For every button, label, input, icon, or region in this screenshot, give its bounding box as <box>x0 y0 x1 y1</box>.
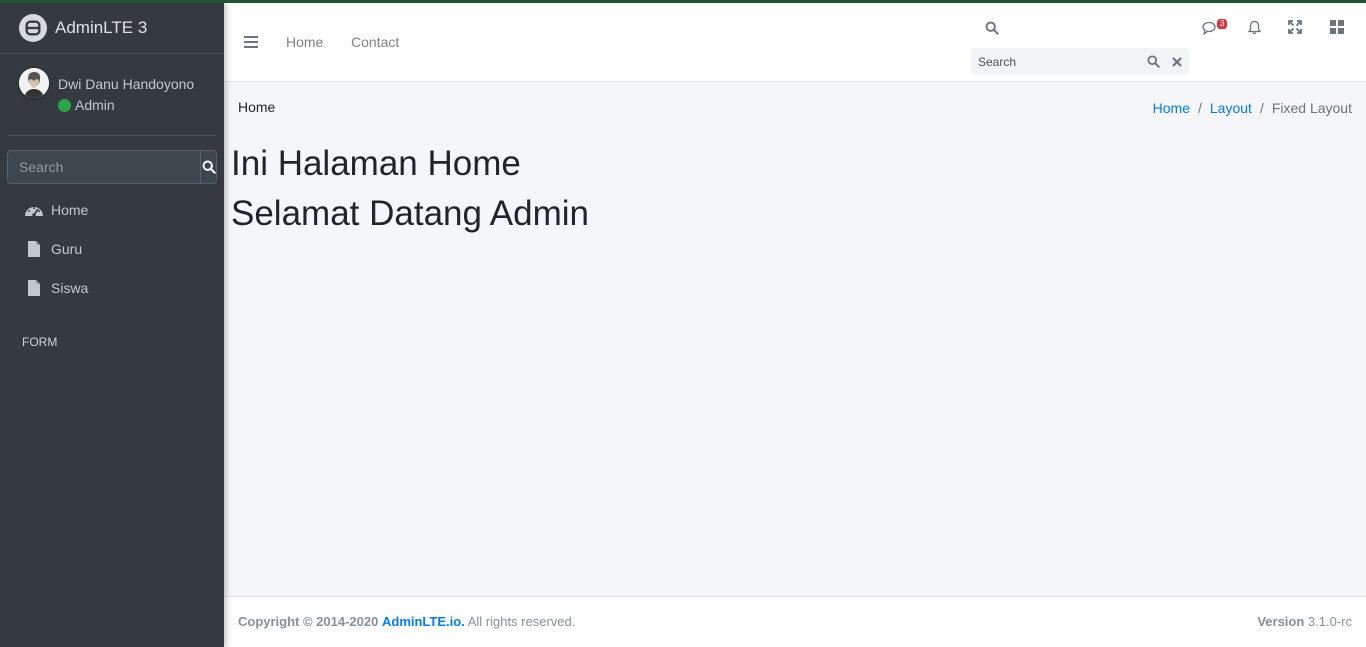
user-status: Admin <box>58 97 115 113</box>
sidebar-item-label: Siswa <box>51 279 89 296</box>
messages-badge: 3 <box>1217 19 1228 29</box>
page-heading: Ini Halaman Home <box>231 144 521 183</box>
sidebar-search <box>7 150 217 184</box>
brand-link[interactable]: AdminLTE 3 <box>0 3 224 54</box>
sidebar-item-siswa[interactable]: Siswa <box>8 268 216 307</box>
breadcrumb: Home / Layout / Fixed Layout <box>1153 100 1352 116</box>
expand-icon[interactable] <box>1287 19 1303 35</box>
file-icon <box>24 240 44 258</box>
sidebar-search-button[interactable] <box>200 151 216 183</box>
sidebar-search-input[interactable] <box>8 151 200 183</box>
nav-link-contact[interactable]: Contact <box>351 34 399 50</box>
rights-text: All rights reserved. <box>467 614 576 629</box>
nav-link-home[interactable]: Home <box>286 34 323 50</box>
footer-version: Version 3.1.0-rc <box>1257 614 1352 629</box>
sidebar-item-home[interactable]: Home <box>8 190 216 229</box>
user-role: Admin <box>75 97 115 113</box>
file-icon <box>24 279 44 297</box>
breadcrumb-separator: / <box>1198 100 1202 116</box>
menu-icon[interactable] <box>244 34 258 50</box>
sidebar-item-guru[interactable]: Guru <box>8 229 216 268</box>
main-sidebar: AdminLTE 3 Dwi Danu Handoyono Admin Sear… <box>0 3 224 647</box>
search-icon[interactable] <box>984 20 1000 36</box>
online-status-icon <box>58 98 71 112</box>
sidebar-item-label: Home <box>51 201 89 218</box>
page-title: Home <box>238 99 276 115</box>
brand-text: AdminLTE 3 <box>55 18 148 37</box>
user-name[interactable]: Dwi Danu Handoyono <box>58 76 194 92</box>
adminlte-link[interactable]: AdminLTE.io. <box>382 614 465 629</box>
content-wrapper: Home Home / Layout / Fixed Layout Ini Ha… <box>224 82 1366 596</box>
welcome-heading: Selamat Datang Admin <box>231 194 589 233</box>
main-navbar: Home Contact 3 <box>224 3 1366 82</box>
close-icon[interactable] <box>1167 52 1187 72</box>
sidebar-item-label: Guru <box>51 240 83 257</box>
sidebar-nav: Home Guru Siswa <box>8 190 216 307</box>
avatar[interactable] <box>19 68 49 98</box>
version-label: Version <box>1257 614 1305 629</box>
search-icon <box>202 160 216 174</box>
copyright-text: Copyright © 2014-2020 <box>238 614 379 629</box>
main-footer: Copyright © 2014-2020 AdminLTE.io. All r… <box>224 596 1366 647</box>
breadcrumb-home[interactable]: Home <box>1153 100 1190 116</box>
bell-icon[interactable] <box>1246 19 1262 35</box>
footer-copyright: Copyright © 2014-2020 AdminLTE.io. All r… <box>238 614 575 629</box>
search-icon[interactable] <box>1143 52 1163 72</box>
version-number: 3.1.0-rc <box>1307 614 1352 629</box>
breadcrumb-current: Fixed Layout <box>1271 100 1352 116</box>
top-strip <box>0 0 1366 3</box>
breadcrumb-layout[interactable]: Layout <box>1210 100 1252 116</box>
sidebar-header-form: FORM <box>22 335 58 349</box>
adminlte-logo-icon <box>19 14 47 42</box>
navbar-search-input[interactable] <box>971 54 1143 69</box>
navbar-search <box>971 48 1189 75</box>
breadcrumb-separator: / <box>1259 100 1264 116</box>
dashboard-icon <box>24 201 44 219</box>
user-panel: Dwi Danu Handoyono Admin <box>8 54 216 136</box>
grid-icon[interactable] <box>1329 19 1345 35</box>
